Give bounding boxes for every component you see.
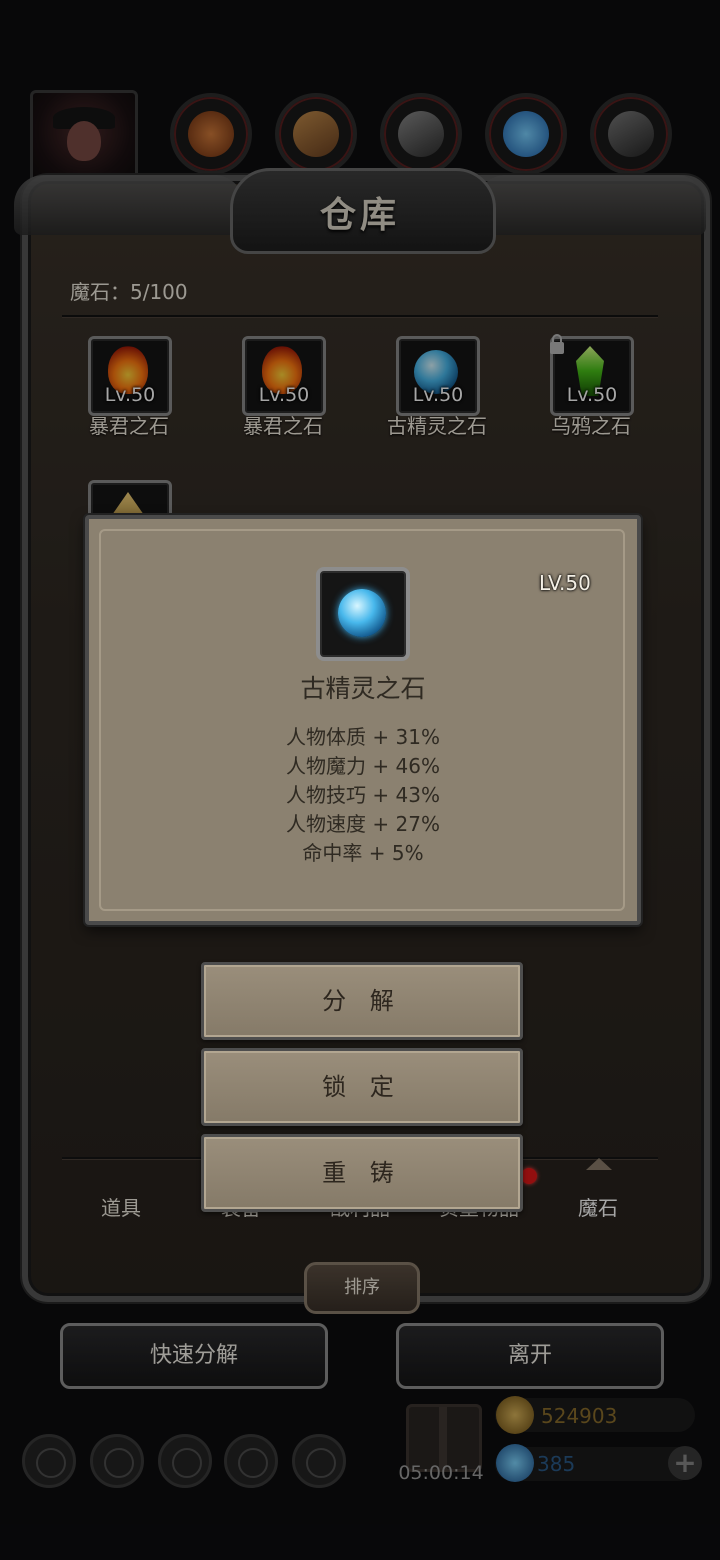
crystal-icon[interactable] [485,93,567,175]
sort-button[interactable]: 排序 [304,1262,420,1314]
mail-icon[interactable] [224,1434,278,1488]
reforge-button[interactable]: 重 铸 [201,1134,523,1212]
iron-ingot-icon[interactable] [380,93,462,175]
tab-items[interactable]: 道具 [66,1192,176,1221]
stone-detail-slot [316,567,410,661]
stone-slot[interactable]: Lv.50 [88,336,172,416]
lock-icon [550,334,564,354]
face-shape [67,121,101,161]
stone-name: 暴君之石 [243,414,323,438]
gold-coin-icon [496,1396,534,1434]
stone-slot[interactable]: Lv.50 [396,336,480,416]
gem-icon [496,1444,534,1482]
blue-orb-stone-icon [338,589,386,637]
notification-dot [521,1168,537,1184]
stone-name: 乌鸦之石 [551,414,631,438]
plus-icon[interactable]: + [668,1446,702,1480]
stone-slot[interactable]: Lv.50 [550,334,634,416]
frame-ornament-right [476,175,706,235]
divider [62,315,658,318]
stone-level: Lv.50 [104,384,156,406]
lock-button[interactable]: 锁 定 [201,1048,523,1126]
stat-list: 人物体质 + 31% 人物魔力 + 46% 人物技巧 + 43% 人物速度 + … [89,723,637,868]
stone-level: Lv.50 [258,384,310,406]
tab-magic-stones[interactable]: 魔石 [543,1192,653,1221]
achievement-icon[interactable] [90,1434,144,1488]
quick-decompose-button[interactable]: 快速分解 [60,1323,328,1389]
stone-level: Lv.50 [412,384,464,406]
steel-ingot-icon[interactable] [590,93,672,175]
stone-level: LV.50 [539,571,591,595]
stone-level: Lv.50 [566,384,618,406]
stone-count: 魔石：5/100 [70,280,188,304]
leave-button[interactable]: 离开 [396,1323,664,1389]
gift-timer: 05:00:14 [398,1462,484,1484]
stat-line: 人物速度 + 27% [286,812,440,836]
decompose-button[interactable]: 分 解 [201,962,523,1040]
stone-slot[interactable]: Lv.50 [242,336,326,416]
stone-name: 古精灵之石 [387,414,487,438]
stat-line: 人物体质 + 31% [286,725,440,749]
stone-name: 暴君之石 [89,414,169,438]
copper-ore-icon[interactable] [170,93,252,175]
settings-icon[interactable] [22,1434,76,1488]
frame-ornament-left [14,175,244,235]
shop-icon[interactable] [292,1434,346,1488]
stone-name: 古精灵之石 [300,674,426,703]
ranking-icon[interactable] [158,1434,212,1488]
wood-plank-icon[interactable] [275,93,357,175]
stat-line: 命中率 + 5% [302,841,424,865]
gem-value: 385 [537,1452,576,1476]
stone-detail-popup: LV.50 古精灵之石 人物体质 + 31% 人物魔力 + 46% 人物技巧 +… [85,515,641,925]
stat-line: 人物魔力 + 46% [286,754,440,778]
page-title: 仓库 [319,195,400,236]
gold-value: 524903 [541,1404,618,1428]
stat-line: 人物技巧 + 43% [286,783,440,807]
